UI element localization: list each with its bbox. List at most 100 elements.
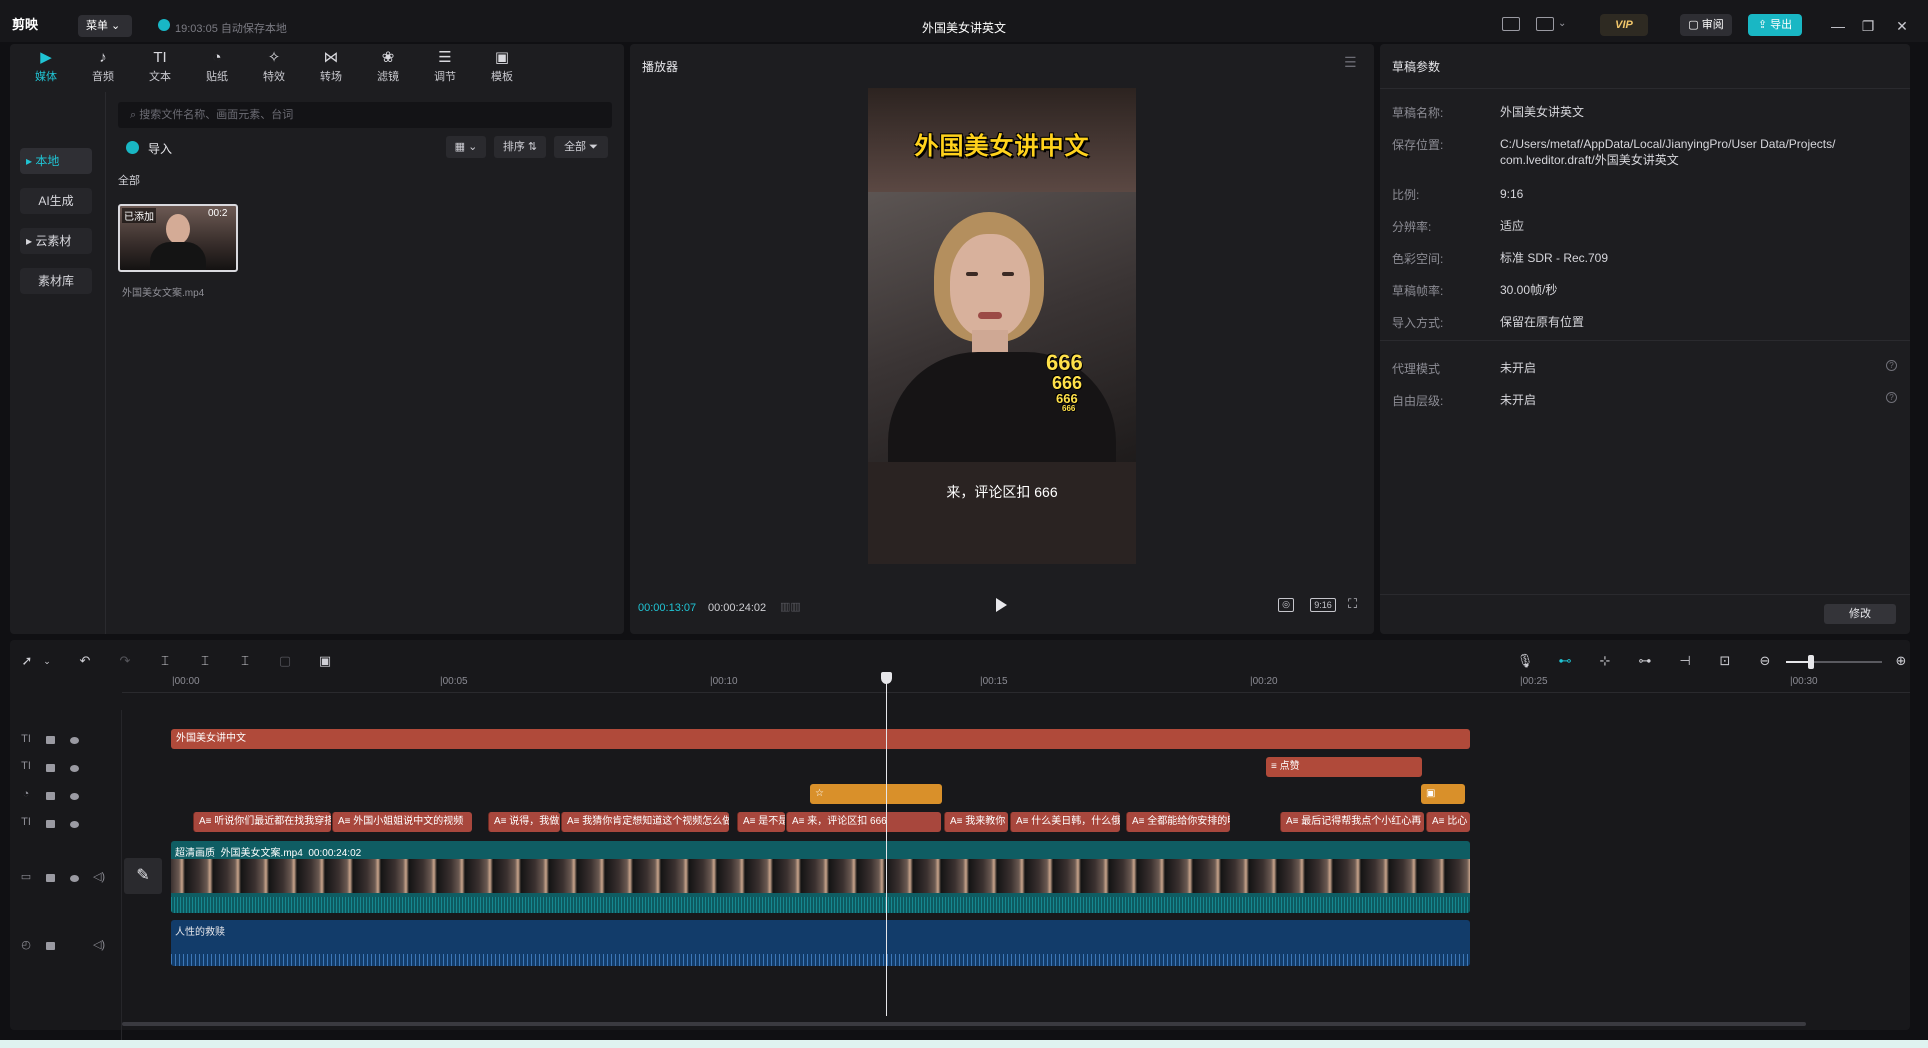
mute-icon[interactable]: ◁) [92, 870, 106, 883]
export-button[interactable]: ⇪ 导出 [1748, 14, 1802, 36]
side-item-local[interactable]: ▸ 本地 [20, 148, 92, 174]
zoom-in-icon[interactable]: ⊕ [1892, 652, 1910, 670]
select-dropdown-icon[interactable]: ⌄ [38, 652, 56, 670]
layout-icon[interactable] [1536, 17, 1554, 31]
subtitle-clip[interactable]: A≡ 什么美日韩，什么俄 [1010, 812, 1120, 832]
tab-label: 调节 [434, 71, 456, 83]
prop-layer-key: 自由层级: [1392, 394, 1444, 408]
trim-left-icon[interactable]: ⌶ [196, 652, 214, 670]
subtitle-clip[interactable]: A≡ 全都能给你安排的明明白白 [1126, 812, 1230, 832]
side-item-library[interactable]: 素材库 [20, 268, 92, 294]
view-mode-button[interactable]: ▦ ⌄ [446, 136, 486, 158]
subtitle-clip[interactable]: A≡ 来，评论区扣 666 [786, 812, 941, 832]
player-menu-icon[interactable]: ☰ [1344, 54, 1357, 71]
lock-icon[interactable] [46, 736, 55, 744]
tab-label: 文本 [149, 71, 171, 83]
play-icon[interactable] [996, 598, 1007, 612]
subtitle-clip[interactable]: A≡ 是不是 [737, 812, 785, 832]
tab-adjust[interactable]: ☰ 调节 [423, 48, 467, 88]
subtitle-clip[interactable]: A≡ 最后记得帮我点个小红心再 [1280, 812, 1424, 832]
screenshot-icon[interactable]: ◎ [1278, 598, 1294, 612]
eye-icon[interactable] [70, 875, 79, 882]
close-icon[interactable]: ✕ [1892, 16, 1912, 36]
playhead[interactable] [886, 680, 887, 1016]
full-view-icon[interactable]: ⊡ [1716, 652, 1734, 670]
prop-framerate-value: 30.00帧/秒 [1500, 283, 1558, 297]
tab-sticker[interactable]: ◔ 贴纸 [195, 48, 239, 88]
delete-icon[interactable]: ▢ [276, 652, 294, 670]
tab-transition[interactable]: ⋈ 转场 [309, 48, 353, 88]
eye-icon[interactable] [70, 765, 79, 772]
lock-icon[interactable] [46, 820, 55, 828]
side-item-cloud[interactable]: ▸ 云素材 [20, 228, 92, 254]
screenshot-tool-icon[interactable]: ▣ [316, 652, 334, 670]
trim-right-icon[interactable]: ⌶ [236, 652, 254, 670]
title-text-clip[interactable]: 外国美女讲中文 [171, 729, 1470, 749]
timeline-scrollbar[interactable] [122, 1022, 1806, 1026]
lock-icon[interactable] [46, 942, 55, 950]
eye-icon[interactable] [70, 821, 79, 828]
select-tool-icon[interactable]: ➚ [18, 652, 36, 670]
main-video-clip[interactable]: 超清画质 外国美女文案.mp4 00:00:24:02 [171, 841, 1470, 913]
subtitle-clip[interactable]: A≡ 说得，我做 [488, 812, 560, 832]
redo-icon[interactable]: ↷ [116, 652, 134, 670]
import-button[interactable]: 导入 [148, 140, 172, 157]
subtitle-clip[interactable]: A≡ 听说你们最近都在找我穿搭 [193, 812, 331, 832]
cover-edit-button[interactable]: ✎ [124, 858, 162, 894]
layer-help-icon[interactable]: ? [1886, 392, 1897, 403]
prop-proxy-key: 代理模式 [1392, 362, 1441, 376]
mute-icon[interactable]: ◁) [92, 938, 106, 951]
import-icon[interactable] [126, 141, 139, 154]
tab-media[interactable]: ▶ 媒体 [24, 48, 68, 88]
eye-icon[interactable] [70, 793, 79, 800]
undo-icon[interactable]: ↶ [76, 652, 94, 670]
bottom-strip [0, 1040, 1928, 1048]
template-icon: ▣ [494, 49, 510, 66]
modify-button[interactable]: 修改 [1824, 604, 1896, 624]
like-text-clip[interactable]: ≡ 点赞 [1266, 757, 1422, 777]
split-icon[interactable]: ⌶ [156, 652, 174, 670]
review-button[interactable]: ▢ 审阅 [1680, 14, 1732, 36]
proxy-help-icon[interactable]: ? [1886, 360, 1897, 371]
text-track-icon: TI [21, 760, 31, 772]
subtitle-clip[interactable]: A≡ 外国小姐姐说中文的视频 [332, 812, 472, 832]
media-search-input[interactable]: ⌕ 搜索文件名称、画面元素、台词 [118, 102, 612, 128]
frame-grid-icon[interactable]: ▥▥ [780, 600, 801, 613]
subtitle-clip[interactable]: A≡ 我猜你肯定想知道这个视频怎么做 [561, 812, 729, 832]
media-source-list: ▸ 本地 AI生成 ▸ 云素材 素材库 [10, 92, 106, 634]
subtitle-clip[interactable]: A≡ 我来教你 [944, 812, 1008, 832]
sticker-clip[interactable]: ▣ [1421, 784, 1465, 804]
tab-text[interactable]: TI 文本 [138, 48, 182, 88]
lock-icon[interactable] [46, 874, 55, 882]
microphone-icon[interactable]: 🎙 [1516, 652, 1534, 670]
filter-button[interactable]: 全部 ⏷ [554, 136, 608, 158]
sort-button[interactable]: 排序 ⇅ [494, 136, 546, 158]
aspect-ratio-button[interactable]: 9:16 [1310, 598, 1336, 612]
tab-filter[interactable]: ❀ 滤镜 [366, 48, 410, 88]
main-track-magnet-icon[interactable]: ⊷ [1556, 652, 1574, 670]
fullscreen-icon[interactable]: ⛶ [1348, 596, 1357, 612]
vip-button[interactable]: VIP [1600, 14, 1648, 36]
linkage-icon[interactable]: ⊶ [1636, 652, 1654, 670]
audio-clip[interactable]: 人性的救赎 [171, 920, 1470, 966]
restore-icon[interactable]: ❐ [1858, 16, 1878, 36]
preview-axis-icon[interactable]: ⊣ [1676, 652, 1694, 670]
zoom-out-icon[interactable]: ⊖ [1756, 652, 1774, 670]
zoom-slider-handle[interactable] [1808, 655, 1814, 669]
lock-icon[interactable] [46, 764, 55, 772]
tab-effects[interactable]: ✧ 特效 [252, 48, 296, 88]
minimize-icon[interactable]: — [1828, 16, 1848, 36]
tab-template[interactable]: ▣ 模板 [480, 48, 524, 88]
text-track-icon: TI [21, 733, 31, 745]
layout-dropdown-icon[interactable]: ⌄ [1558, 18, 1566, 29]
sticker-clip[interactable]: ☆ [810, 784, 942, 804]
auto-snap-icon[interactable]: ⊹ [1596, 652, 1614, 670]
tab-label: 音频 [92, 71, 114, 83]
eye-icon[interactable] [70, 737, 79, 744]
video-preview[interactable]: 外国美女讲中文 666 666 666 666 来，评论区扣 666 [868, 88, 1136, 564]
tab-audio[interactable]: ♪ 音频 [81, 48, 125, 88]
subtitle-clip[interactable]: A≡ 比心 [1426, 812, 1470, 832]
subtitle-layout-icon[interactable] [1502, 17, 1520, 31]
lock-icon[interactable] [46, 792, 55, 800]
side-item-ai[interactable]: AI生成 [20, 188, 92, 214]
